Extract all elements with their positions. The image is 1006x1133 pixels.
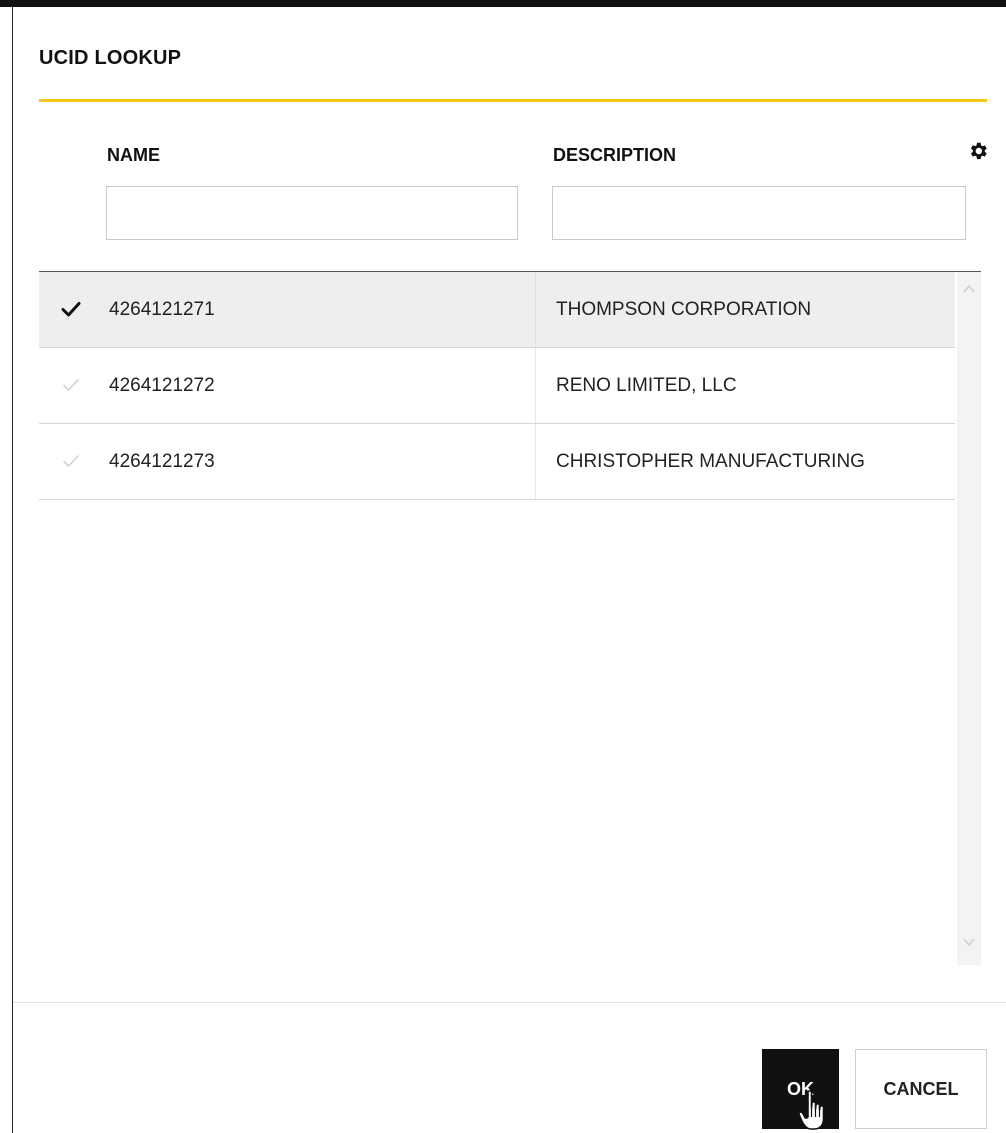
checkmark-icon[interactable] bbox=[61, 451, 81, 471]
ucid-description-cell: CHRISTOPHER MANUFACTURING bbox=[556, 451, 865, 472]
ucid-name-cell: 4264121273 bbox=[109, 451, 215, 472]
column-divider bbox=[535, 424, 536, 499]
gear-icon[interactable] bbox=[967, 140, 989, 162]
column-divider bbox=[535, 272, 536, 347]
table-row[interactable]: 4264121271 THOMPSON CORPORATION bbox=[39, 272, 955, 348]
checkmark-icon[interactable] bbox=[61, 375, 81, 395]
title-underline bbox=[39, 99, 987, 102]
ok-button[interactable]: OK bbox=[762, 1049, 839, 1129]
background-app-strip bbox=[0, 0, 1006, 7]
chevron-up-icon[interactable] bbox=[963, 284, 975, 294]
page: UCID LOOKUP NAME DESCRIPTION 4264121271 … bbox=[0, 0, 1006, 1133]
cancel-button[interactable]: CANCEL bbox=[855, 1049, 987, 1129]
ucid-lookup-dialog: UCID LOOKUP NAME DESCRIPTION 4264121271 … bbox=[13, 7, 1006, 1133]
ucid-description-cell: THOMPSON CORPORATION bbox=[556, 299, 812, 320]
name-column-header[interactable]: NAME bbox=[107, 145, 160, 166]
vertical-scrollbar[interactable] bbox=[957, 272, 981, 965]
ucid-name-cell: 4264121272 bbox=[109, 375, 215, 396]
footer-divider bbox=[13, 1002, 1006, 1003]
table-row[interactable]: 4264121272 RENO LIMITED, LLC bbox=[39, 348, 955, 424]
background-app-edge bbox=[0, 7, 13, 1133]
column-divider bbox=[535, 348, 536, 423]
ucid-description-cell: RENO LIMITED, LLC bbox=[556, 375, 737, 396]
dialog-title: UCID LOOKUP bbox=[39, 47, 182, 69]
results-rows: 4264121271 THOMPSON CORPORATION 42641212… bbox=[39, 272, 955, 500]
description-column-header[interactable]: DESCRIPTION bbox=[553, 145, 676, 166]
results-grid: 4264121271 THOMPSON CORPORATION 42641212… bbox=[39, 271, 981, 966]
ucid-name-cell: 4264121271 bbox=[109, 299, 215, 320]
chevron-down-icon[interactable] bbox=[963, 937, 975, 947]
checkmark-icon[interactable] bbox=[61, 299, 81, 319]
name-filter-input[interactable] bbox=[106, 186, 518, 240]
description-filter-input[interactable] bbox=[552, 186, 966, 240]
table-row[interactable]: 4264121273 CHRISTOPHER MANUFACTURING bbox=[39, 424, 955, 500]
